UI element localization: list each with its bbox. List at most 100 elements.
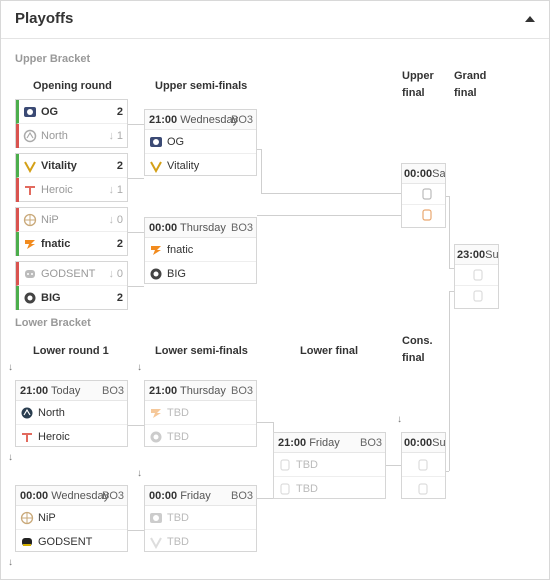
team-row: OG: [145, 130, 256, 154]
tbd-team-logo-icon: [422, 209, 432, 221]
match-day: Today: [51, 385, 81, 397]
upper-semi-match-1[interactable]: 21:00 Wednesday BO3 OG Vitality: [144, 109, 257, 176]
bracket-connector: [449, 291, 454, 292]
og-logo-icon: [24, 107, 36, 117]
match-day: Sun: [485, 249, 498, 261]
team-row: TBD: [145, 530, 256, 554]
bracket-connector: [128, 232, 144, 233]
nip-logo-icon: [23, 213, 37, 227]
upper-final-match[interactable]: 00:00Sat: [401, 163, 446, 228]
opening-match-4[interactable]: GODSENT ↓ 0 BIG 2: [15, 261, 128, 310]
team-row: fnatic: [145, 238, 256, 262]
team-row: fnatic 2: [16, 232, 127, 256]
team-row: [402, 184, 445, 205]
team-score: 1: [116, 130, 123, 142]
team-score: 2: [116, 238, 123, 250]
match-header: 00:00 Friday BO3: [145, 486, 256, 506]
match-header: 00:00Sat: [402, 164, 445, 184]
loss-arrow-icon: ↓: [108, 184, 115, 196]
north-logo-icon: [21, 407, 33, 419]
team-row: BIG: [145, 262, 256, 286]
bracket-connector: [261, 149, 262, 193]
bracket-connector: [449, 291, 450, 471]
bracket-connector: [257, 215, 401, 216]
match-day: Thursday: [180, 222, 226, 234]
match-time: 00:00: [404, 168, 433, 180]
lower-final-match[interactable]: 21:00 Friday BO3 TBD TBD: [273, 432, 386, 499]
cons-final-match[interactable]: 00:00Sun: [401, 432, 446, 499]
nip-logo-icon: [20, 511, 34, 525]
team-row: NiP: [16, 506, 127, 530]
opening-match-3[interactable]: NiP ↓ 0 fnatic 2: [15, 207, 128, 256]
godsent-logo-icon: [22, 538, 32, 546]
match-time: 23:00: [457, 249, 486, 261]
team-row: TBD: [274, 453, 385, 477]
match-day: Friday: [180, 490, 211, 502]
team-name: NiP: [41, 214, 59, 226]
team-name: TBD: [167, 407, 189, 419]
match-header: 23:00Sun: [455, 245, 498, 265]
match-time: 21:00: [149, 385, 178, 397]
drop-arrow-icon: ↓: [137, 468, 142, 479]
team-name: North: [38, 407, 65, 419]
loss-arrow-icon: ↓: [108, 268, 115, 280]
grand-final-match[interactable]: 23:00Sun: [454, 244, 499, 309]
lower-r1-match-1[interactable]: 21:00 Today BO3 North Heroic: [15, 380, 128, 447]
tbd-team-logo-icon: [280, 483, 290, 495]
match-time: 00:00: [20, 490, 49, 502]
team-name: TBD: [296, 459, 318, 471]
team-row: [402, 205, 445, 226]
team-name: Heroic: [38, 431, 70, 443]
big-logo-icon: [24, 292, 36, 304]
team-row: Heroic: [16, 425, 127, 449]
big-logo-icon: [150, 431, 162, 443]
bracket-connector: [257, 422, 273, 423]
match-day: Friday: [309, 437, 340, 449]
team-name: BIG: [167, 268, 186, 280]
match-header: 21:00 Today BO3: [16, 381, 127, 401]
team-row: GODSENT: [16, 530, 127, 554]
tbd-team-logo-icon: [473, 290, 483, 302]
fnatic-logo-icon: [25, 240, 35, 249]
lower-semi-match-2[interactable]: 00:00 Friday BO3 TBD TBD: [144, 485, 257, 552]
match-day: Thursday: [180, 385, 226, 397]
round-label-opening: Opening round: [33, 80, 112, 92]
fnatic-logo-icon: [151, 246, 161, 255]
team-row: TBD: [145, 425, 256, 449]
team-score: 1: [116, 184, 123, 196]
bracket-connector: [446, 471, 449, 472]
match-time: 21:00: [20, 385, 49, 397]
team-name: OG: [41, 106, 59, 118]
match-format: BO3: [359, 437, 382, 449]
vitality-logo-icon: [24, 161, 36, 173]
collapse-caret-icon[interactable]: [523, 13, 537, 27]
match-header: 00:00 Wednesday BO3: [16, 486, 127, 506]
bracket-connector: [449, 196, 450, 268]
team-name: TBD: [167, 512, 189, 524]
vitality-logo-icon: [150, 537, 162, 549]
match-format: BO3: [101, 385, 124, 397]
team-row: TBD: [145, 506, 256, 530]
playoffs-panel: Playoffs Upper Bracket Opening round Upp…: [0, 0, 550, 580]
lower-r1-match-2[interactable]: 00:00 Wednesday BO3 NiP GODSENT: [15, 485, 128, 552]
opening-match-2[interactable]: Vitality 2 Heroic ↓ 1: [15, 153, 128, 202]
bracket-connector: [128, 530, 144, 531]
upper-semi-match-2[interactable]: 00:00 Thursday BO3 fnatic BIG: [144, 217, 257, 284]
team-score: 2: [116, 106, 123, 118]
tbd-team-logo-icon: [422, 188, 432, 200]
team-row: North ↓ 1: [16, 124, 127, 148]
opening-match-1[interactable]: OG 2 North ↓ 1: [15, 99, 128, 148]
vitality-logo-icon: [150, 161, 162, 173]
team-name: GODSENT: [41, 268, 96, 280]
match-header: 00:00Sun: [402, 433, 445, 453]
lower-semi-match-1[interactable]: 21:00 Thursday BO3 TBD TBD: [144, 380, 257, 447]
tbd-team-logo-icon: [473, 269, 483, 281]
round-label-upper-semis: Upper semi-finals: [155, 80, 248, 92]
match-time: 21:00: [278, 437, 307, 449]
team-score: 2: [116, 292, 123, 304]
match-time: 00:00: [404, 437, 433, 449]
loss-arrow-icon: ↓: [108, 214, 115, 226]
drop-arrow-icon: ↓: [137, 362, 142, 373]
team-name: GODSENT: [38, 536, 93, 548]
match-header: 00:00 Thursday BO3: [145, 218, 256, 238]
